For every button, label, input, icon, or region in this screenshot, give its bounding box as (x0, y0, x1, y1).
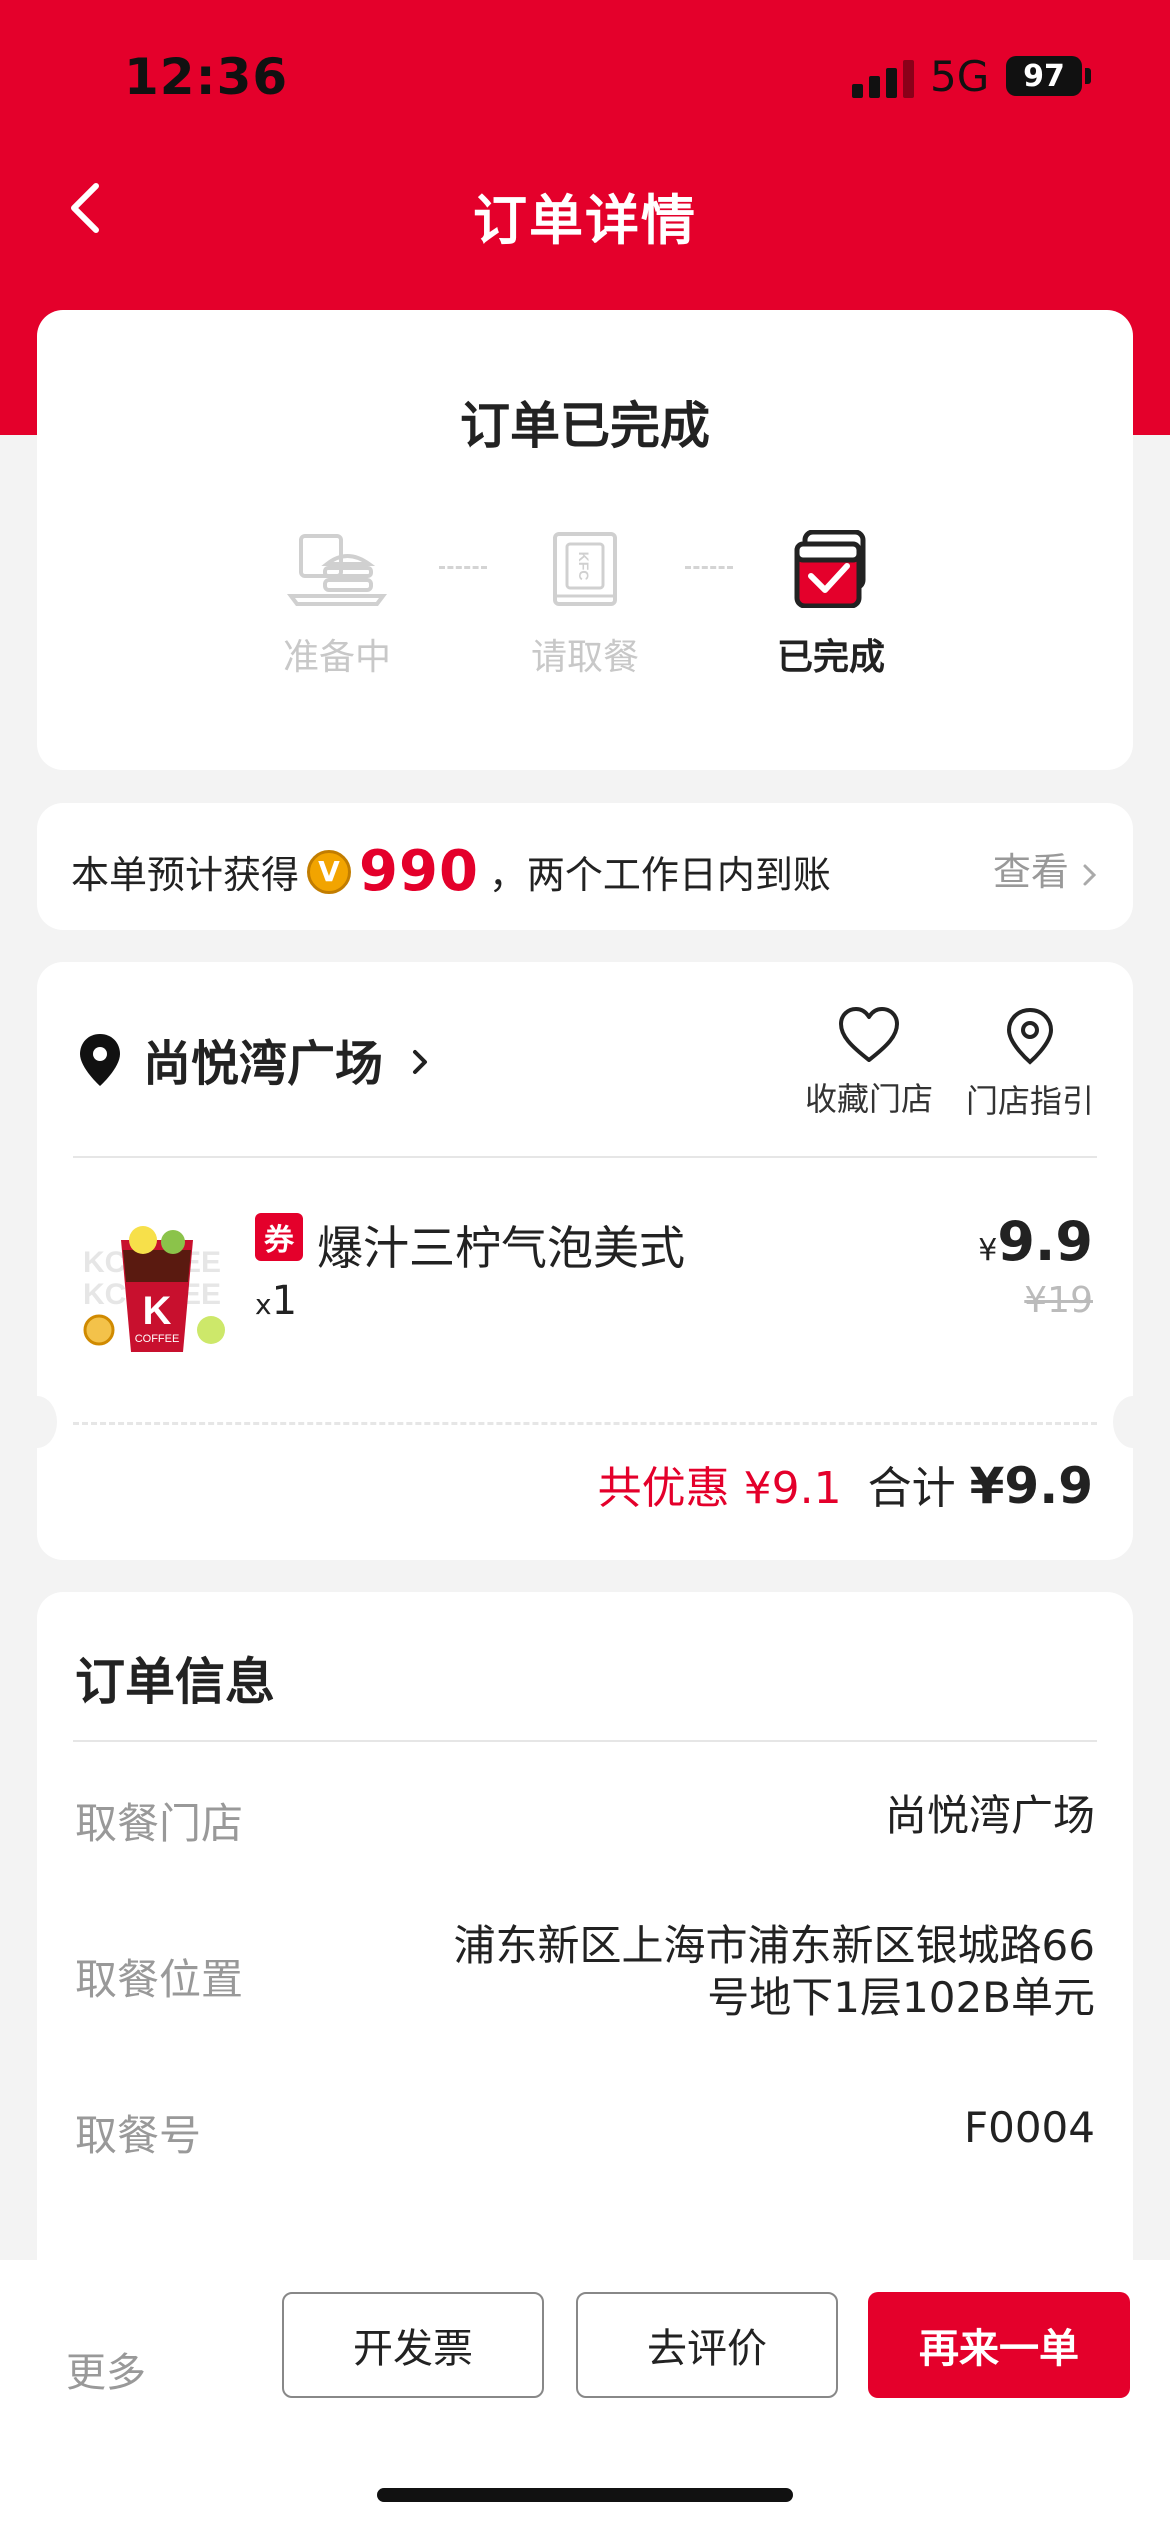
battery-level: 97 (1023, 58, 1065, 94)
product-image[interactable]: KC EE KC EE K COFFEE (77, 1212, 237, 1372)
signal-icon (852, 58, 916, 98)
v-coin-letter: V (318, 855, 340, 888)
info-label-pickup-number: 取餐号 (75, 2111, 202, 2160)
ticket-notch-left (17, 1396, 57, 1448)
coupon-tag: 券 (255, 1213, 303, 1261)
points-amount: 990 (359, 839, 479, 904)
svg-text:K: K (143, 1289, 172, 1333)
total-label: 合计 (867, 1463, 956, 1514)
page-title: 订单详情 (473, 189, 697, 252)
store-directions-button[interactable]: 门店指引 (960, 1006, 1100, 1122)
battery-tip (1085, 68, 1091, 84)
product-name: 爆汁三柠气泡美式 (317, 1221, 685, 1275)
store-directions-label: 门店指引 (965, 1082, 1094, 1120)
kfc-bag-icon: KFC (553, 532, 617, 606)
info-label-location: 取餐位置 (75, 1955, 244, 2004)
points-suffix: ，两个工作日内到账 (488, 853, 831, 897)
points-card: 本单预计获得 V 990 ，两个工作日内到账 查看 (37, 803, 1133, 930)
quantity-prefix: x (255, 1288, 272, 1321)
location-line-1: 浦东新区上海市浦东新区银城路66 (453, 1921, 1095, 1970)
view-points-link[interactable]: 查看 (993, 841, 1099, 896)
step-label-preparing: 准备中 (282, 637, 391, 678)
status-bar: 12:36 5G 97 (0, 0, 1170, 150)
info-value-pickup-number: F0004 (963, 2103, 1095, 2152)
order-totals: 共优惠 ¥9.1 合计 ¥9.9 (598, 1452, 1093, 1516)
price-value: 9.9 (997, 1210, 1093, 1273)
order-status-card: 订单已完成 准备中 KFC 请取餐 已完成 (37, 310, 1133, 770)
more-button[interactable]: 更多 (66, 2340, 146, 2398)
dashed-divider (73, 1422, 1097, 1425)
store-name[interactable]: 尚悦湾广场 (143, 1024, 383, 1094)
divider (73, 1740, 1097, 1742)
battery-icon: 97 (1006, 56, 1082, 96)
completed-check-icon (794, 530, 866, 608)
info-value-store: 尚悦湾广场 (884, 1791, 1095, 1840)
order-info-title: 订单信息 (75, 1653, 275, 1711)
order-status-title: 订单已完成 (460, 397, 710, 455)
step-label-completed: 已完成 (776, 637, 885, 678)
step-completed: 已完成 (731, 530, 931, 680)
product-price: ¥9.9 (978, 1210, 1093, 1273)
quantity-value: 1 (271, 1278, 298, 1324)
v-coin-icon: V (307, 849, 352, 894)
favorite-store-button[interactable]: 收藏门店 (799, 1006, 939, 1120)
invoice-button[interactable]: 开发票 (282, 2292, 544, 2398)
heart-icon (839, 1007, 899, 1062)
network-label: 5G (930, 52, 990, 101)
order-items-card: 尚悦湾广场 收藏门店 门店指引 KC EE KC EE K COFFEE 券 爆… (17, 962, 1153, 1560)
svg-text:KC: KC (83, 1278, 126, 1311)
step-pickup: KFC 请取餐 (485, 530, 685, 680)
favorite-store-label: 收藏门店 (804, 1080, 933, 1118)
reorder-button[interactable]: 再来一单 (868, 2292, 1130, 2398)
info-value-location: 浦东新区上海市浦东新区银城路66 号地下1层102B单元 (454, 1920, 1095, 2024)
svg-text:KC: KC (83, 1246, 126, 1279)
product-quantity: x1 (255, 1278, 297, 1324)
svg-text:COFFEE: COFFEE (135, 1333, 180, 1345)
map-marker-icon (1006, 1007, 1054, 1065)
chevron-right-icon (1083, 864, 1097, 885)
step-label-pickup: 请取餐 (530, 637, 639, 678)
info-label-store: 取餐门店 (75, 1799, 244, 1848)
step-preparing: 准备中 (237, 530, 437, 680)
location-line-2: 号地下1层102B单元 (707, 1973, 1095, 2022)
status-time: 12:36 (124, 48, 289, 106)
step-connector (439, 566, 487, 569)
step-connector (685, 566, 733, 569)
svg-text:KFC: KFC (576, 552, 592, 581)
review-button[interactable]: 去评价 (576, 2292, 838, 2398)
total-value: ¥9.9 (969, 1457, 1093, 1515)
location-pin-icon (80, 1034, 120, 1086)
points-prefix: 本单预计获得 (71, 853, 300, 897)
burger-tray-icon (287, 534, 387, 606)
product-original-price: ¥19 (1024, 1280, 1093, 1321)
ticket-notch-right (1113, 1396, 1153, 1448)
home-indicator (377, 2488, 793, 2502)
discount-total: 共优惠 ¥9.1 (597, 1463, 842, 1514)
price-currency: ¥ (978, 1233, 998, 1268)
divider (73, 1156, 1097, 1158)
chevron-right-icon[interactable] (409, 1042, 433, 1082)
view-points-label: 查看 (992, 850, 1069, 894)
points-info: 本单预计获得 V 990 ，两个工作日内到账 (71, 839, 831, 904)
